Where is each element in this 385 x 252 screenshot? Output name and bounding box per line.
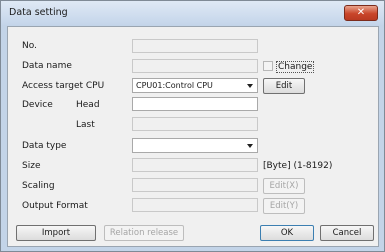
scaling-label: Scaling <box>22 181 55 191</box>
data-type-label: Data type <box>22 141 67 151</box>
access-target-cpu-value: CPU01:Control CPU <box>136 81 213 90</box>
access-target-cpu-select[interactable]: CPU01:Control CPU <box>132 78 258 93</box>
device-head-input[interactable] <box>132 97 258 111</box>
device-last-field <box>132 117 258 131</box>
data-name-field <box>132 59 258 73</box>
close-button[interactable]: ✕ <box>344 5 378 21</box>
edit-output-button[interactable]: Edit(Y) <box>263 198 305 214</box>
data-setting-dialog: Data setting ✕ No. Data name Change Acce… <box>0 0 385 252</box>
edit-scaling-button[interactable]: Edit(X) <box>263 178 305 194</box>
cancel-button[interactable]: Cancel <box>320 225 374 241</box>
size-hint: [Byte] (1-8192) <box>263 161 333 171</box>
head-label: Head <box>76 100 100 110</box>
scaling-field <box>132 178 258 192</box>
ok-button[interactable]: OK <box>260 225 314 241</box>
no-field <box>132 39 258 53</box>
data-name-label: Data name <box>22 61 72 71</box>
window-title: Data setting <box>9 7 68 18</box>
edit-cpu-button[interactable]: Edit <box>263 78 305 94</box>
close-icon: ✕ <box>356 7 366 18</box>
data-type-select[interactable] <box>132 138 258 153</box>
dialog-body: No. Data name Change Access target CPU C… <box>7 26 379 247</box>
title-bar: Data setting ✕ <box>1 1 384 25</box>
size-field <box>132 158 258 172</box>
output-format-field <box>132 198 258 212</box>
no-label: No. <box>22 41 37 51</box>
output-format-label: Output Format <box>22 201 88 211</box>
chevron-down-icon <box>247 144 253 148</box>
change-label[interactable]: Change <box>276 61 315 73</box>
last-label: Last <box>76 120 95 130</box>
import-button[interactable]: Import <box>16 225 96 241</box>
relation-release-button[interactable]: Relation release <box>104 225 184 241</box>
chevron-down-icon <box>247 84 253 88</box>
device-label: Device <box>22 100 53 110</box>
size-label: Size <box>22 161 41 171</box>
change-checkbox[interactable] <box>263 61 273 71</box>
access-target-cpu-label: Access target CPU <box>22 81 105 91</box>
